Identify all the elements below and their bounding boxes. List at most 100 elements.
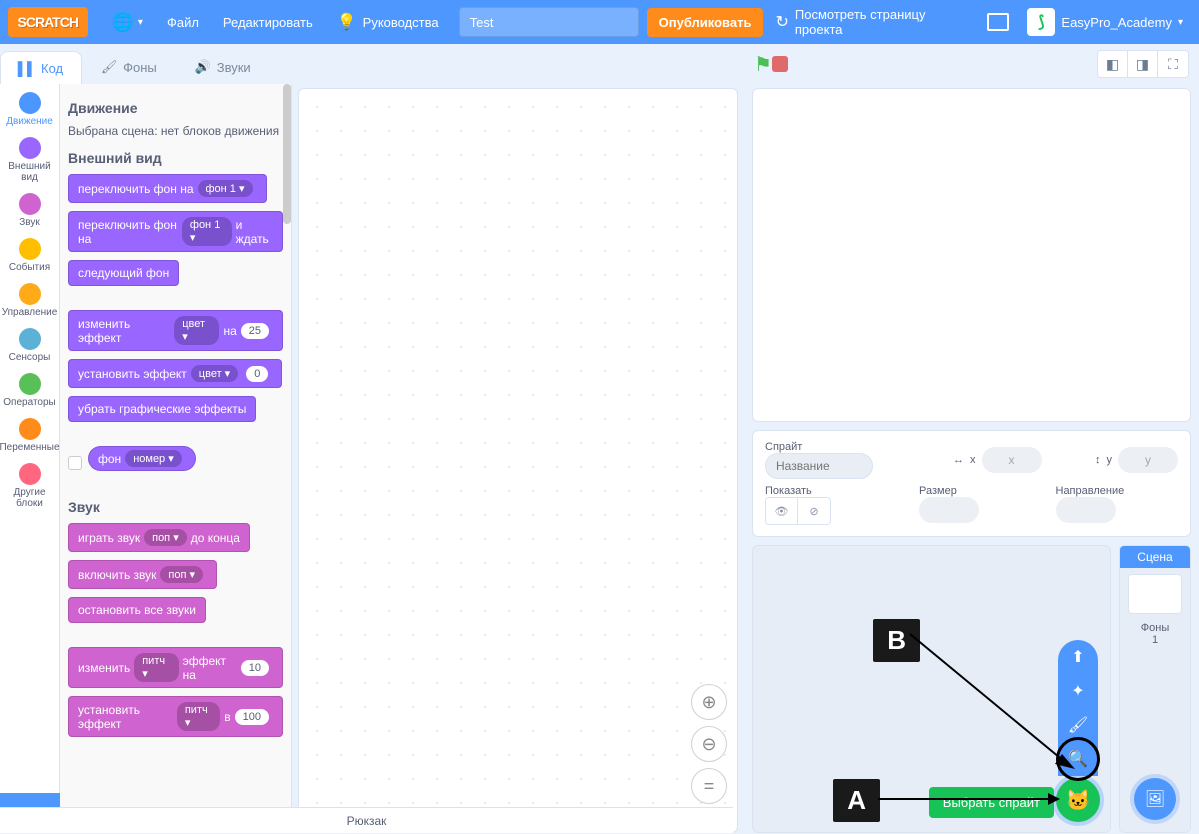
block-backdrop-reporter[interactable]: фон номер ▾ bbox=[88, 446, 196, 471]
fullscreen-button[interactable]: ⛶ bbox=[1158, 51, 1188, 77]
category-dot-icon bbox=[19, 92, 41, 114]
category-Внешний вид[interactable]: Внешний вид bbox=[2, 133, 58, 189]
sound-icon: 🔊 bbox=[195, 59, 211, 75]
project-name-input[interactable] bbox=[459, 7, 639, 37]
stop-button[interactable] bbox=[772, 56, 788, 72]
category-Движение[interactable]: Движение bbox=[2, 88, 58, 133]
zoom-out-button[interactable]: ⊖ bbox=[691, 726, 727, 762]
dropdown[interactable]: питч ▾ bbox=[134, 653, 178, 682]
category-label: Переменные bbox=[0, 442, 60, 453]
my-stuff-icon[interactable] bbox=[987, 13, 1009, 31]
sprite-label: Спрайт bbox=[765, 441, 905, 453]
dropdown[interactable]: поп ▾ bbox=[144, 529, 187, 546]
sprite-x-input[interactable]: x bbox=[982, 447, 1042, 473]
green-flag-button[interactable]: ⚑ bbox=[754, 52, 772, 77]
scratch-logo[interactable]: SCRATCH bbox=[8, 7, 88, 37]
stage-small-button[interactable]: ◧ bbox=[1098, 51, 1128, 77]
dropdown[interactable]: поп ▾ bbox=[160, 566, 203, 583]
number-input[interactable]: 25 bbox=[241, 323, 269, 339]
lightbulb-icon: 💡 bbox=[337, 12, 357, 32]
show-sprite-button[interactable]: 👁 bbox=[766, 498, 798, 524]
reporter-checkbox[interactable] bbox=[68, 456, 82, 470]
dropdown[interactable]: цвет ▾ bbox=[174, 316, 219, 345]
category-label: Движение bbox=[6, 116, 53, 127]
category-dot-icon bbox=[19, 137, 41, 159]
dropdown[interactable]: питч ▾ bbox=[177, 702, 220, 731]
globe-icon: 🌐 bbox=[112, 12, 134, 33]
palette-heading-sound: Звук bbox=[68, 499, 283, 515]
tutorials-button[interactable]: 💡Руководства bbox=[325, 0, 451, 44]
dropdown[interactable]: фон 1 ▾ bbox=[182, 217, 232, 246]
tab-costumes[interactable]: 🖌 Фоны bbox=[82, 50, 176, 84]
sprite-direction-input[interactable] bbox=[1056, 497, 1116, 523]
motion-empty-note: Выбрана сцена: нет блоков движения bbox=[68, 124, 283, 138]
tab-code[interactable]: ▌▌ Код bbox=[0, 51, 82, 84]
block-stop-all-sounds[interactable]: остановить все звуки bbox=[68, 597, 206, 623]
category-dot-icon bbox=[19, 193, 41, 215]
add-sprite-button[interactable]: 🐱 bbox=[1056, 778, 1100, 822]
category-label: Звук bbox=[19, 217, 40, 228]
stage-large-button[interactable]: ◨ bbox=[1128, 51, 1158, 77]
hide-sprite-button[interactable]: ⊘ bbox=[798, 498, 830, 524]
language-menu[interactable]: 🌐▾ bbox=[100, 0, 155, 44]
category-label: Сенсоры bbox=[9, 352, 51, 363]
category-События[interactable]: События bbox=[2, 234, 58, 279]
add-backdrop-button[interactable]: 🖼 bbox=[1134, 778, 1176, 820]
block-start-sound[interactable]: включить звук поп ▾ bbox=[68, 560, 217, 589]
number-input[interactable]: 0 bbox=[246, 366, 268, 382]
zoom-in-button[interactable]: ⊕ bbox=[691, 684, 727, 720]
category-Сенсоры[interactable]: Сенсоры bbox=[2, 324, 58, 369]
sprite-list[interactable]: ⬆ ✦ 🖌 🔍 🐱 Выбрать спрайт A B bbox=[752, 545, 1111, 833]
backpack-bar[interactable]: Рюкзак bbox=[0, 807, 733, 833]
stage-selector[interactable]: Сцена Фоны 1 🖼 bbox=[1119, 545, 1191, 833]
block-switch-backdrop-wait[interactable]: переключить фон на фон 1 ▾ и ждать bbox=[68, 211, 283, 252]
number-input[interactable]: 100 bbox=[235, 709, 269, 725]
annotation-arrow-b bbox=[910, 634, 1080, 774]
see-project-page[interactable]: ↻Посмотреть страницу проекта bbox=[763, 0, 987, 44]
category-label: Внешний вид bbox=[2, 161, 58, 183]
stage[interactable] bbox=[752, 88, 1191, 422]
arrows-h-icon: ↔ bbox=[953, 454, 964, 466]
category-Управление[interactable]: Управление bbox=[2, 279, 58, 324]
block-palette[interactable]: Движение Выбрана сцена: нет блоков движе… bbox=[60, 84, 292, 833]
stage-selector-title: Сцена bbox=[1120, 546, 1190, 568]
category-Другие блоки[interactable]: Другие блоки bbox=[2, 459, 58, 515]
block-play-sound-until-done[interactable]: играть звук поп ▾ до конца bbox=[68, 523, 250, 552]
sprite-name-input[interactable] bbox=[765, 453, 873, 479]
file-menu[interactable]: Файл bbox=[155, 0, 211, 44]
show-label: Показать bbox=[765, 485, 905, 497]
dropdown[interactable]: номер ▾ bbox=[125, 450, 182, 467]
category-label: Другие блоки bbox=[2, 487, 58, 509]
account-menu[interactable]: ⟆ EasyPro_Academy ▾ bbox=[1019, 4, 1191, 40]
category-Переменные[interactable]: Переменные bbox=[2, 414, 58, 459]
zoom-reset-button[interactable]: = bbox=[691, 768, 727, 804]
category-Операторы[interactable]: Операторы bbox=[2, 369, 58, 414]
category-dot-icon bbox=[19, 418, 41, 440]
sprite-y-input[interactable]: y bbox=[1118, 447, 1178, 473]
block-change-pitch[interactable]: изменить питч ▾ эффект на 10 bbox=[68, 647, 283, 688]
sprite-size-input[interactable] bbox=[919, 497, 979, 523]
block-next-backdrop[interactable]: следующий фон bbox=[68, 260, 179, 286]
block-categories: Движение Внешний вид Звук СобытияУправление… bbox=[0, 84, 60, 833]
menu-bar: SCRATCH 🌐▾ Файл Редактировать 💡Руководст… bbox=[0, 0, 1199, 44]
category-dot-icon bbox=[19, 373, 41, 395]
block-change-effect[interactable]: изменить эффект цвет ▾ на 25 bbox=[68, 310, 283, 351]
sprite-info-panel: Спрайт ↔ x x ↕ y y Показать 👁 ⊘ bbox=[752, 430, 1191, 537]
direction-label: Направление bbox=[1056, 485, 1179, 497]
stage-thumbnail[interactable] bbox=[1128, 574, 1182, 614]
dropdown[interactable]: фон 1 ▾ bbox=[198, 180, 253, 197]
number-input[interactable]: 10 bbox=[241, 660, 269, 676]
category-dot-icon bbox=[19, 328, 41, 350]
category-Звук[interactable]: Звук bbox=[2, 189, 58, 234]
edit-menu[interactable]: Редактировать bbox=[211, 0, 325, 44]
publish-button[interactable]: Опубликовать bbox=[647, 8, 764, 37]
block-switch-backdrop[interactable]: переключить фон на фон 1 ▾ bbox=[68, 174, 267, 203]
tab-sounds[interactable]: 🔊 Звуки bbox=[176, 50, 270, 84]
code-workspace[interactable]: ⊕ ⊖ = bbox=[298, 88, 738, 833]
block-set-effect[interactable]: установить эффект цвет ▾ 0 bbox=[68, 359, 282, 388]
scrollbar[interactable] bbox=[283, 84, 291, 224]
editor-tabs: ▌▌ Код 🖌 Фоны 🔊 Звуки bbox=[0, 44, 744, 84]
block-clear-effects[interactable]: убрать графические эффекты bbox=[68, 396, 256, 422]
block-set-pitch[interactable]: установить эффект питч ▾ в 100 bbox=[68, 696, 283, 737]
dropdown[interactable]: цвет ▾ bbox=[191, 365, 238, 382]
